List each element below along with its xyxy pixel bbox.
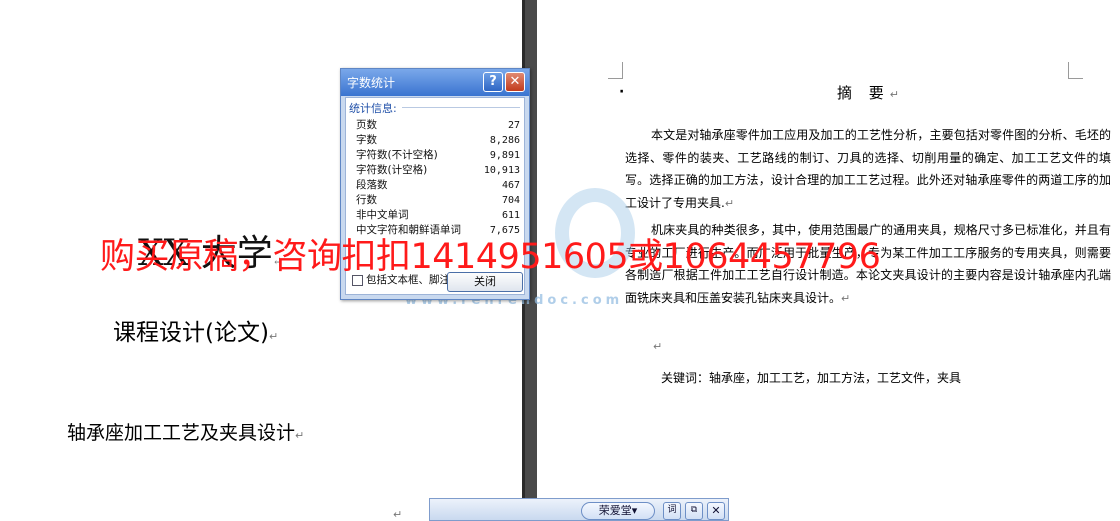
- ime-toolbar[interactable]: 荣爱堂▾ 词 ⧉ ✕: [429, 498, 729, 521]
- stat-label: 字符数(计空格): [356, 164, 428, 176]
- close-icon[interactable]: ✕: [505, 72, 525, 92]
- abstract-title: 摘 要↵: [837, 82, 905, 103]
- abstract-body: 本文是对轴承座零件加工应用及加工的工艺性分析，主要包括对零件图的分析、毛坯的选择…: [625, 124, 1111, 311]
- stat-value: 8,286: [489, 135, 520, 146]
- stat-value: 9,891: [489, 150, 520, 161]
- stat-row: 行数 704: [356, 193, 520, 208]
- close-icon[interactable]: ✕: [707, 502, 725, 520]
- stat-value: 611: [501, 210, 520, 221]
- stat-row: 段落数 467: [356, 178, 520, 193]
- stat-label: 字符数(不计空格): [356, 149, 438, 161]
- paragraph-mark: ↵: [295, 429, 305, 442]
- keywords: 关键词：轴承座，加工工艺，加工方法，工艺文件，夹具: [661, 371, 962, 385]
- stat-value: 27: [507, 120, 520, 131]
- course-title: 课程设计(论文)↵: [113, 313, 278, 347]
- stat-label: 字数: [356, 134, 377, 146]
- stat-row: 非中文单词 611: [356, 208, 520, 223]
- dialog-titlebar[interactable]: 字数统计 ? ✕: [341, 69, 529, 96]
- statistics-group-label: 统计信息:: [349, 102, 397, 115]
- abstract-paragraph-text: 本文是对轴承座零件加工应用及加工的工艺性分析，主要包括对零件图的分析、毛坯的选择…: [625, 128, 1111, 211]
- stat-value: 467: [501, 180, 520, 191]
- stat-value: 10,913: [483, 165, 520, 176]
- stat-label: 行数: [356, 194, 377, 206]
- paragraph-mark: ↵: [268, 330, 279, 343]
- paragraph-mark: ↵: [889, 88, 905, 101]
- dialog-title: 字数统计: [347, 76, 396, 90]
- abstract-title-text: 摘 要: [837, 84, 890, 102]
- course-text: 课程设计(论文): [113, 320, 269, 346]
- stat-label: 页数: [356, 119, 377, 131]
- paragraph-mark: ↵: [841, 291, 851, 305]
- paragraph-mark: ↵: [393, 508, 403, 521]
- stat-row: 字符数(计空格) 10,913: [356, 163, 520, 178]
- stat-row: 页数 27: [356, 118, 520, 133]
- stat-label: 段落数: [356, 179, 388, 191]
- ime-name-button[interactable]: 荣爱堂▾: [581, 502, 655, 520]
- copy-icon[interactable]: ⧉: [685, 502, 703, 520]
- crop-mark-top-right: [1068, 62, 1083, 79]
- stat-row: 字数 8,286: [356, 133, 520, 148]
- crop-mark-top-left: [608, 62, 623, 79]
- thesis-title: 轴承座加工工艺及夹具设计↵: [67, 418, 304, 445]
- stat-row: 字符数(不计空格) 9,891: [356, 148, 520, 163]
- bullet-dot: ·: [619, 84, 625, 100]
- thesis-text: 轴承座加工工艺及夹具设计: [67, 422, 296, 444]
- help-button[interactable]: ?: [483, 72, 503, 92]
- paragraph-mark: ↵: [724, 197, 735, 211]
- abstract-paragraph: 本文是对轴承座零件加工应用及加工的工艺性分析，主要包括对零件图的分析、毛坯的选择…: [625, 124, 1111, 216]
- stat-label: 非中文单词: [356, 209, 409, 221]
- group-divider: [402, 107, 520, 108]
- watermark-text: 购买原稿，咨询扣扣1414951605或1064457796: [100, 237, 881, 277]
- stat-value: 704: [501, 195, 520, 206]
- statistics-list: 页数 27 字数 8,286 字符数(不计空格) 9,891 字符数(计空格) 10,9…: [356, 118, 520, 238]
- paragraph-mark: ↵: [653, 340, 663, 353]
- word-icon[interactable]: 词: [663, 502, 681, 520]
- crop-mark: [205, 44, 219, 60]
